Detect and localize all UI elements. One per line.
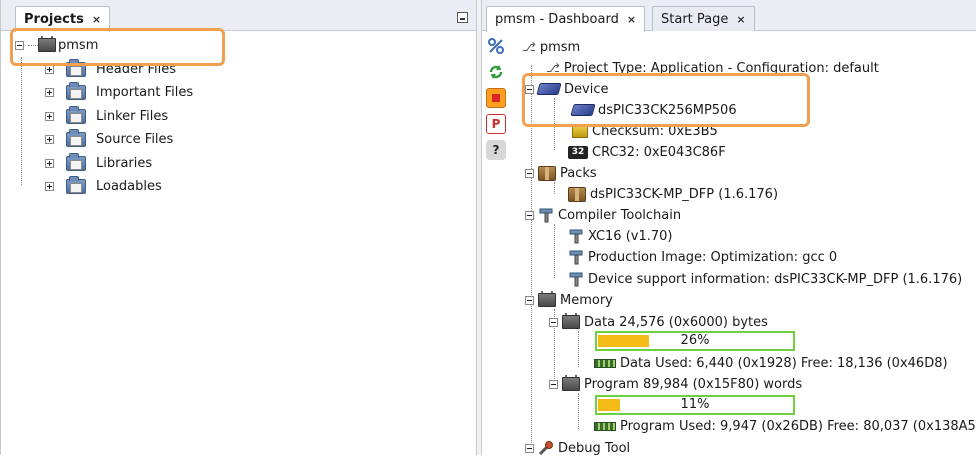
folder-icon — [66, 128, 86, 147]
collapse-icon[interactable] — [549, 317, 558, 327]
tree-node-program-usage[interactable]: Program Used: 9,947 (0x26DB) Free: 80,03… — [594, 416, 976, 436]
tree-node-project-root[interactable]: pmsm — [15, 35, 98, 55]
expand-icon[interactable] — [45, 181, 54, 191]
hammer-icon — [569, 250, 583, 265]
expand-icon[interactable] — [45, 134, 54, 144]
checksum-icon — [572, 124, 588, 138]
data-memory-percent: 26% — [680, 333, 710, 348]
hammer-icon — [569, 229, 583, 244]
crc32-badge-icon: 32 — [568, 145, 588, 159]
tree-node-memory[interactable]: Memory — [525, 290, 613, 310]
project-type-icon: ⎇ — [546, 61, 560, 75]
tab-projects-label: Projects — [24, 12, 84, 27]
dashboard-panel: pmsm - Dashboard × Start Page × P ? ⎇ pm… — [481, 0, 976, 458]
projects-tabbar: Projects × — [1, 0, 476, 32]
folder-icon — [66, 175, 86, 194]
tree-node-production-image[interactable]: Production Image: Optimization: gcc 0 — [568, 247, 837, 267]
tree-node-compiler-xc16[interactable]: XC16 (v1.70) — [568, 226, 673, 246]
program-memory-progress-bar: 11% — [595, 395, 795, 415]
dashboard-toolbar: P ? — [486, 36, 510, 166]
tree-node-root[interactable]: ⎇ pmsm — [522, 37, 580, 57]
stop-icon[interactable] — [486, 88, 506, 108]
pack-icon — [538, 165, 556, 181]
tree-node-data-usage[interactable]: Data Used: 6,440 (0x1928) Free: 18,136 (… — [594, 353, 948, 373]
tree-node-device[interactable]: Device — [525, 79, 608, 99]
tree-node-crc32[interactable]: 32 CRC32: 0xE043C86F — [568, 142, 726, 162]
expand-icon[interactable] — [45, 158, 54, 168]
collapse-icon[interactable] — [525, 295, 534, 305]
tree-node-loadables[interactable]: Loadables — [45, 175, 162, 196]
pdf-icon[interactable]: P — [486, 114, 506, 134]
device-chip-icon — [570, 104, 596, 116]
folder-icon — [66, 152, 86, 171]
collapse-icon[interactable] — [525, 210, 534, 220]
projects-panel: Projects × pmsm Header Files Important F… — [0, 0, 477, 455]
tree-node-data-memory[interactable]: Data 24,576 (0x6000) bytes — [549, 312, 768, 332]
memory-usage-icon — [594, 421, 616, 431]
folder-icon — [66, 105, 86, 124]
collapse-icon[interactable] — [525, 84, 534, 94]
close-icon[interactable]: × — [627, 13, 636, 26]
folder-label: Linker Files — [96, 108, 169, 124]
debug-tool-icon — [538, 441, 553, 456]
program-memory-percent: 11% — [680, 397, 710, 412]
help-icon[interactable]: ? — [486, 140, 506, 160]
folder-icon — [66, 81, 86, 100]
collapse-icon[interactable] — [549, 379, 558, 389]
folder-label: Loadables — [96, 178, 162, 194]
folder-label: Header Files — [96, 61, 176, 77]
expand-icon[interactable] — [45, 64, 54, 74]
memory-chip-icon — [538, 291, 556, 307]
pack-icon — [568, 186, 586, 202]
expand-icon[interactable] — [45, 111, 54, 121]
close-icon[interactable]: × — [92, 13, 101, 26]
folder-label: Source Files — [96, 131, 174, 147]
tree-node-program-memory[interactable]: Program 89,984 (0x15F80) words — [549, 374, 802, 394]
tree-node-libraries[interactable]: Libraries — [45, 152, 153, 173]
memory-chip-icon — [562, 313, 580, 329]
tree-node-source-files[interactable]: Source Files — [45, 128, 174, 149]
settings-icon[interactable] — [486, 36, 506, 56]
device-chip-icon — [536, 83, 562, 95]
memory-usage-icon — [594, 358, 616, 368]
tree-node-linker-files[interactable]: Linker Files — [45, 105, 169, 126]
collapse-icon[interactable] — [15, 40, 24, 50]
project-name-label: pmsm — [58, 37, 99, 53]
data-memory-progress-bar: 26% — [595, 331, 795, 351]
tree-node-checksum[interactable]: Checksum: 0xE3B5 — [572, 121, 718, 141]
project-chip-icon — [38, 36, 56, 52]
tree-node-compiler-toolchain[interactable]: Compiler Toolchain — [525, 205, 681, 225]
tree-node-pack-item[interactable]: dsPIC33CK-MP_DFP (1.6.176) — [568, 184, 778, 204]
tab-start-page-label: Start Page — [661, 11, 729, 27]
expand-icon[interactable] — [45, 87, 54, 97]
hammer-icon — [569, 272, 583, 287]
tree-node-project-type[interactable]: ⎇ Project Type: Application - Configurat… — [546, 58, 879, 78]
collapse-icon[interactable] — [525, 443, 534, 453]
close-icon[interactable]: × — [736, 13, 745, 26]
tab-dashboard[interactable]: pmsm - Dashboard × — [486, 6, 646, 32]
tree-node-header-files[interactable]: Header Files — [45, 58, 176, 79]
refresh-icon[interactable] — [486, 62, 506, 82]
tab-dashboard-label: pmsm - Dashboard — [495, 12, 619, 27]
collapse-icon[interactable] — [525, 168, 534, 178]
hammer-icon — [539, 208, 553, 223]
tree-node-important-files[interactable]: Important Files — [45, 81, 194, 102]
project-tree-icon: ⎇ — [522, 40, 536, 54]
folder-icon — [66, 58, 86, 77]
folder-label: Important Files — [96, 84, 194, 100]
minimize-window-icon[interactable] — [457, 12, 468, 23]
tab-projects[interactable]: Projects × — [15, 6, 111, 32]
memory-chip-icon — [562, 375, 580, 391]
editor-tabbar: pmsm - Dashboard × Start Page × — [482, 0, 976, 32]
tab-start-page[interactable]: Start Page × — [652, 6, 755, 31]
tree-node-device-name[interactable]: dsPIC33CK256MP506 — [570, 100, 737, 120]
tree-node-debug-tool[interactable]: Debug Tool — [525, 438, 630, 458]
folder-label: Libraries — [96, 155, 153, 171]
tree-node-packs[interactable]: Packs — [525, 163, 597, 183]
tree-node-device-support[interactable]: Device support information: dsPIC33CK-MP… — [568, 269, 962, 289]
